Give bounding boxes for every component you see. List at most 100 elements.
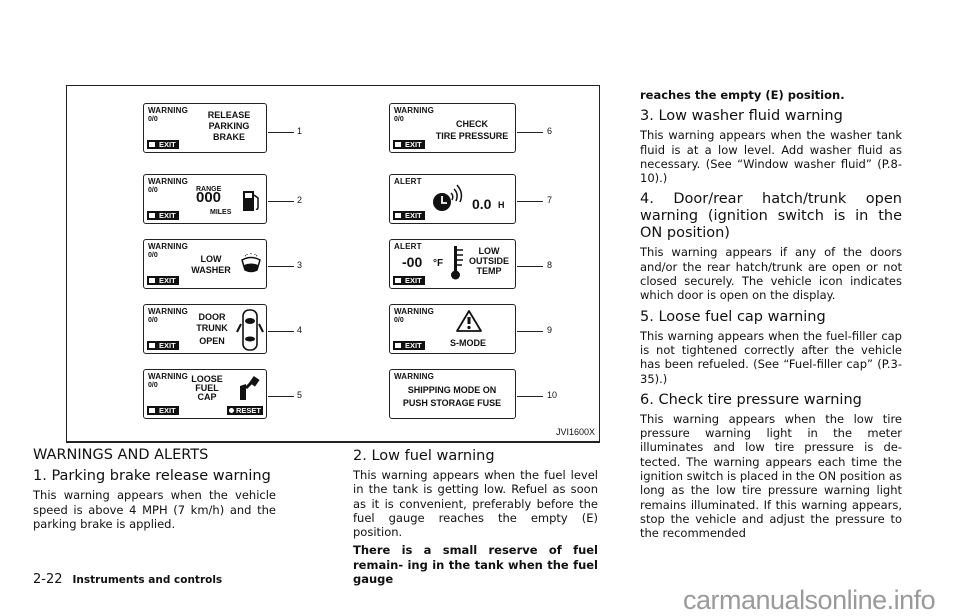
msg-line: PARKING [208, 121, 250, 131]
range-unit: MILES [210, 209, 232, 216]
timer-value: 0.0 [472, 196, 492, 212]
panel-low-fuel: WARNING 0/0 RANGE 000 MILES EXIT [143, 174, 267, 224]
panel-low-washer: WARNING 0/0 LOW WASHER EXIT [143, 239, 267, 289]
callout-number: 5 [297, 390, 303, 400]
callout-line [517, 132, 543, 133]
callout-number: 3 [297, 260, 303, 270]
callout-line [268, 132, 294, 133]
msg-line: CHECK [455, 119, 488, 129]
msg-line: TIRE PRESSURE [435, 131, 509, 141]
panel-s-mode: WARNING 0/0 S-MODE EXIT [389, 304, 516, 354]
washer-icon [241, 253, 261, 273]
panel-header: WARNING [394, 372, 435, 381]
exit-button-label: EXIT [147, 140, 179, 149]
callout-line [268, 266, 294, 267]
exit-button-label: EXIT [393, 276, 425, 285]
section-body: This warning appears when the washer tan… [640, 128, 902, 186]
temperature-value: -00 [402, 254, 423, 270]
watermark: carmanualsonline.info [683, 585, 936, 615]
callout-number: 1 [297, 126, 303, 136]
panel-message: LOW OUTSIDE TEMP [464, 246, 514, 276]
callout-line [517, 201, 543, 202]
msg-line: LOW [200, 254, 222, 264]
msg-line: OPEN [199, 336, 225, 346]
thermometer-icon [451, 246, 463, 280]
callout-line [268, 331, 294, 332]
panel-header: WARNING [394, 106, 435, 115]
panel-door-open: WARNING 0/0 DOOR TRUNK OPEN EXIT [143, 304, 267, 354]
panel-count: 0/0 [148, 187, 158, 194]
panel-low-outside-temp: ALERT -00 °F LOW OUTSIDE TEMP EXIT [389, 239, 516, 289]
warnings-figure: WARNING 0/0 RELEASE PARKING BRAKE EXIT 1… [66, 85, 600, 443]
temperature-unit: °F [433, 258, 444, 269]
panel-header: WARNING [148, 177, 189, 186]
callout-line [268, 201, 294, 202]
panel-count: 0/0 [148, 252, 158, 259]
msg-line: LOW [478, 246, 500, 256]
exit-button-label: EXIT [147, 341, 179, 350]
exit-button-label: EXIT [147, 211, 179, 220]
panel-message: DOOR TRUNK OPEN [192, 312, 232, 347]
panel-message: CHECK TIRE PRESSURE [430, 118, 514, 142]
section-body: This warning appears when the low tire p… [640, 411, 902, 541]
callout-number: 2 [297, 195, 303, 205]
vehicle-top-icon [236, 309, 264, 351]
exit-button-label: EXIT [147, 406, 179, 415]
msg-line: TRUNK [196, 323, 228, 333]
panel-header: WARNING [148, 242, 189, 251]
callout-number: 7 [547, 195, 553, 205]
panel-message: LOW WASHER [188, 254, 234, 276]
panel-count: 0/0 [394, 317, 404, 324]
text-column-2: 2. Low fuel warning This warning appears… [353, 448, 598, 590]
callout-number: 9 [547, 325, 553, 335]
section-title: 4. Door/rear hatch/trunk open warning (i… [640, 191, 902, 242]
callout-number: 4 [297, 325, 303, 335]
msg-line: CAP [197, 392, 217, 402]
msg-line: RELEASE [207, 110, 251, 120]
callout-line [268, 396, 294, 397]
panel-header: WARNING [148, 372, 189, 381]
exit-button-label: EXIT [393, 140, 425, 149]
main-heading: WARNINGS AND ALERTS [33, 447, 209, 463]
panel-header: WARNING [148, 307, 189, 316]
text-column-3: reaches the empty (E) position. 3. Low w… [640, 88, 902, 545]
panel-message: LOOSE FUEL CAP [188, 375, 226, 402]
callout-number: 6 [547, 126, 553, 136]
timer-clock-icon [433, 184, 463, 211]
msg-line: BRAKE [212, 132, 245, 142]
panel-header: ALERT [394, 242, 422, 251]
section-name: Instruments and controls [72, 574, 223, 586]
panel-count: 0/0 [148, 116, 158, 123]
section-body: This warning appears when the vehicle sp… [33, 488, 276, 531]
msg-line: SHIPPING MODE ON [407, 385, 497, 395]
panel-count: 0/0 [394, 116, 404, 123]
section-body: This warning appears when the fuel-fille… [640, 328, 902, 386]
page-number: 2-22 [33, 572, 63, 587]
callout-number: 10 [547, 390, 558, 400]
figure-id: JVI1600X [555, 427, 595, 437]
callout-line [517, 396, 543, 397]
msg-line: DOOR [198, 312, 226, 322]
timer-unit: H [498, 200, 505, 210]
callout-line [517, 266, 543, 267]
section-title: 1. Parking brake release warning [33, 468, 271, 485]
panel-check-tire-pressure: WARNING 0/0 CHECK TIRE PRESSURE EXIT [389, 103, 516, 153]
fuel-pump-icon [243, 191, 259, 211]
text-column-1: WARNINGS AND ALERTS 1. Parking brake rel… [33, 448, 276, 535]
panel-release-parking-brake: WARNING 0/0 RELEASE PARKING BRAKE EXIT [143, 103, 267, 153]
fuel-cap-icon [240, 376, 260, 400]
panel-shipping-mode: WARNING SHIPPING MODE ON PUSH STORAGE FU… [389, 369, 516, 419]
panel-message: SHIPPING MODE ON PUSH STORAGE FUSE [392, 384, 512, 410]
range-value: 000 [196, 189, 222, 206]
section-title: 5. Loose fuel cap warning [640, 308, 826, 325]
exit-button-label: EXIT [393, 341, 425, 350]
msg-line: TEMP [476, 266, 502, 276]
exit-button-label: EXIT [393, 211, 425, 220]
section-body: This warning appears if any of the doors… [640, 245, 902, 303]
panel-count: 0/0 [148, 317, 158, 324]
panel-header: WARNING [394, 307, 435, 316]
panel-timer-alert: ALERT 0.0 H EXIT [389, 174, 516, 224]
section-note-continued: reaches the empty (E) position. [640, 88, 845, 102]
warning-triangle-icon [456, 310, 482, 332]
callout-line [517, 331, 543, 332]
